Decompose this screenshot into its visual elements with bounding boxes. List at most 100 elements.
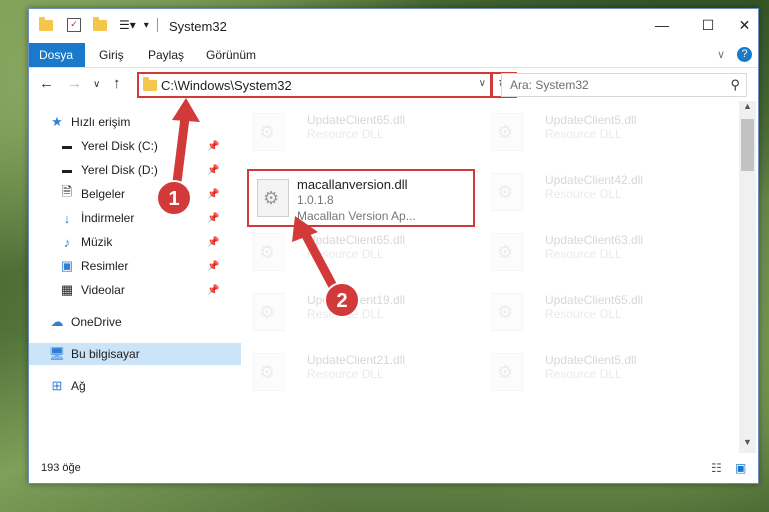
tab-file[interactable]: Dosya xyxy=(29,43,85,67)
sidebar-item-local-disk-c[interactable]: ▬ Yerel Disk (C:) 📌 xyxy=(29,135,251,157)
ribbon-expand-icon[interactable]: ∨ xyxy=(717,48,725,61)
minimize-button[interactable]: — xyxy=(639,9,685,41)
pin-icon[interactable]: 📌 xyxy=(207,237,219,248)
sidebar-item-label: Belgeler xyxy=(81,187,126,201)
pin-icon[interactable]: 📌 xyxy=(207,261,219,272)
file-item[interactable]: UpdateClient5.dll Resource DLL xyxy=(473,103,693,153)
properties-icon[interactable]: ✓ xyxy=(67,18,81,32)
forward-arrow-icon[interactable]: → xyxy=(67,75,82,92)
sidebar-item-pictures[interactable]: ▣ Resimler 📌 xyxy=(29,255,251,277)
dll-file-icon xyxy=(253,353,285,391)
close-button[interactable]: ✕ xyxy=(731,9,758,41)
vertical-scrollbar[interactable]: ▲ ▼ xyxy=(739,101,756,453)
file-description: Resource DLL xyxy=(545,127,622,141)
large-icons-view-icon[interactable]: ▣ xyxy=(735,461,746,475)
file-description: Macallan Version Ap... xyxy=(297,209,416,223)
videos-icon: ▦ xyxy=(60,282,74,297)
dll-file-icon xyxy=(491,173,523,211)
download-icon: ↓ xyxy=(63,210,71,226)
computer-icon: 🖥 xyxy=(48,346,66,361)
sidebar-item-label: Yerel Disk (C:) xyxy=(81,139,158,153)
file-name: UpdateClient5.dll xyxy=(545,353,637,367)
file-item[interactable]: UpdateClient42.dll Resource DLL xyxy=(473,163,693,213)
pin-icon[interactable]: 📌 xyxy=(207,285,219,296)
address-dropdown-chevron-icon[interactable]: ∨ xyxy=(479,78,486,89)
folder-icon xyxy=(39,16,53,31)
search-placeholder: Ara: System32 xyxy=(510,78,589,92)
recent-locations-chevron-icon[interactable]: ∨ xyxy=(93,79,100,90)
address-bar[interactable]: C:\Windows\System32 ∨ xyxy=(137,72,492,98)
music-icon: ♪ xyxy=(63,234,71,250)
sidebar-item-label: Müzik xyxy=(81,235,113,249)
file-description: Resource DLL xyxy=(307,367,384,381)
file-item[interactable]: UpdateClient5.dll Resource DLL xyxy=(473,343,693,393)
file-item-macallanversion[interactable]: macallanversion.dll 1.0.1.8 Macallan Ver… xyxy=(247,169,475,227)
dll-file-icon xyxy=(257,179,289,217)
scroll-down-arrow-icon[interactable]: ▼ xyxy=(739,437,756,453)
file-item[interactable]: UpdateClient65.dll Resource DLL xyxy=(235,223,455,273)
sidebar-item-network[interactable]: ⊞ Ağ xyxy=(29,375,241,397)
help-icon[interactable]: ? xyxy=(737,47,752,62)
tab-share[interactable]: Paylaş xyxy=(138,43,194,67)
address-folder-icon xyxy=(143,77,157,91)
file-name: UpdateClient5.dll xyxy=(545,113,637,127)
drive-icon: ▬ xyxy=(62,140,72,152)
sidebar-item-videos[interactable]: ▦ Videolar 📌 xyxy=(29,279,251,301)
pin-icon[interactable]: 📌 xyxy=(207,189,219,200)
navigation-bar: ← → ∨ ↑ C:\Windows\System32 ∨ ↻ Ara: Sys… xyxy=(29,67,758,101)
file-explorer-window: ✓ ☰▾ ▾ System32 — ☐ ✕ Dosya Giriş Paylaş… xyxy=(28,8,759,484)
dll-file-icon xyxy=(491,293,523,331)
sidebar-item-downloads[interactable]: ↓ İndirmeler 📌 xyxy=(29,207,251,229)
file-item[interactable]: UpdateClient21.dll Resource DLL xyxy=(235,343,455,393)
up-arrow-icon[interactable]: ↑ xyxy=(113,75,121,92)
dll-file-icon xyxy=(253,293,285,331)
dll-file-icon xyxy=(253,113,285,151)
pin-icon[interactable]: 📌 xyxy=(207,141,219,152)
file-description: Resource DLL xyxy=(545,247,622,261)
file-name: UpdateClient65.dll xyxy=(307,233,406,247)
sidebar-item-label: Ağ xyxy=(71,379,86,393)
dll-file-icon xyxy=(491,113,523,151)
file-item[interactable]: UpdateClient65.dll Resource DLL xyxy=(473,283,693,333)
customize-toolbar-icon[interactable]: ▾ xyxy=(144,20,149,31)
view-toggle-icon[interactable]: ☰▾ xyxy=(119,18,136,32)
dll-file-icon xyxy=(491,233,523,271)
title-bar: ✓ ☰▾ ▾ System32 — ☐ ✕ xyxy=(29,9,758,43)
sidebar-item-label: Videolar xyxy=(81,283,125,297)
network-icon: ⊞ xyxy=(51,378,63,393)
sidebar-item-quick-access[interactable]: ★ Hızlı erişim xyxy=(29,111,241,133)
status-bar: 193 öğe ☷ ▣ xyxy=(29,457,758,481)
sidebar-item-documents[interactable]: 🗎 Belgeler 📌 xyxy=(29,183,251,205)
scroll-up-arrow-icon[interactable]: ▲ xyxy=(739,101,756,117)
file-description: Resource DLL xyxy=(545,367,622,381)
file-item[interactable]: UpdateClient63.dll Resource DLL xyxy=(473,223,693,273)
maximize-button[interactable]: ☐ xyxy=(685,9,731,41)
new-folder-icon[interactable] xyxy=(93,16,107,31)
file-name: UpdateClient42.dll xyxy=(545,173,644,187)
pin-icon[interactable]: 📌 xyxy=(207,213,219,224)
sidebar-item-local-disk-d[interactable]: ▬ Yerel Disk (D:) 📌 xyxy=(29,159,251,181)
file-name: UpdateClient65.dll xyxy=(307,113,406,127)
sidebar-item-music[interactable]: ♪ Müzik 📌 xyxy=(29,231,251,253)
back-arrow-icon[interactable]: ← xyxy=(39,75,54,92)
tab-view[interactable]: Görünüm xyxy=(196,43,266,67)
sidebar-item-onedrive[interactable]: ☁ OneDrive xyxy=(29,311,241,333)
sidebar-item-label: Hızlı erişim xyxy=(71,115,131,129)
sidebar-item-label: İndirmeler xyxy=(81,211,135,225)
file-name: UpdateClient21.dll xyxy=(307,353,406,367)
file-description: Resource DLL xyxy=(307,127,384,141)
pin-icon[interactable]: 📌 xyxy=(207,165,219,176)
file-name: UpdateClient19.dll xyxy=(307,293,406,307)
details-view-icon[interactable]: ☷ xyxy=(711,461,722,475)
tab-home[interactable]: Giriş xyxy=(89,43,134,67)
file-description: Resource DLL xyxy=(307,247,384,261)
quick-access-toolbar: ✓ ☰▾ ▾ xyxy=(39,16,158,32)
file-item[interactable]: UpdateClient19.dll Resource DLL xyxy=(235,283,455,333)
dll-file-icon xyxy=(491,353,523,391)
scrollbar-thumb[interactable] xyxy=(741,119,754,171)
pictures-icon: ▣ xyxy=(60,258,74,273)
sidebar-item-this-pc[interactable]: 🖥 Bu bilgisayar xyxy=(29,343,241,365)
toolbar-divider xyxy=(156,18,158,32)
file-item[interactable]: UpdateClient65.dll Resource DLL xyxy=(235,103,455,153)
search-input[interactable]: Ara: System32 ⚲ xyxy=(501,73,747,97)
